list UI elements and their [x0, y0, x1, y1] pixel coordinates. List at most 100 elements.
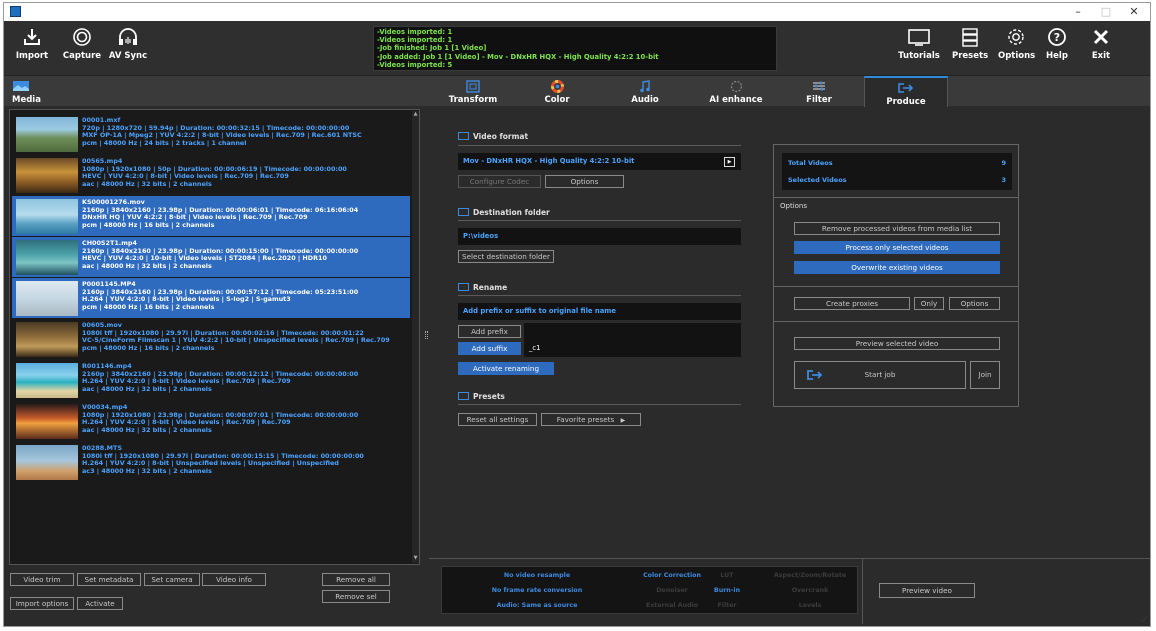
media-list-item[interactable]: V00034.mp4 1080p | 1920x1080 | 23.98p | D… [12, 401, 410, 441]
reset-all-settings-button[interactable]: Reset all settings [458, 413, 537, 426]
transform-icon [466, 79, 480, 93]
tab-color[interactable]: Color [532, 76, 582, 107]
tab-audio[interactable]: Audio [620, 76, 670, 107]
ai-enhance-icon [730, 80, 742, 92]
media-file-details: pcm | 48000 Hz | 24 bits | 2 tracks | 1 … [82, 138, 247, 147]
capture-button[interactable]: Capture [62, 25, 102, 71]
preview-video-button[interactable]: Preview video [879, 583, 975, 598]
tab-transform[interactable]: Transform [442, 76, 504, 107]
tab-transform-label: Transform [448, 95, 498, 105]
media-item-info: 00605.mov 1080i tff | 1920x1080 | 29.97i … [82, 321, 390, 352]
log-line: -Job finished: Job 1 [1 Video] [377, 44, 487, 53]
destination-heading: Destination folder [458, 208, 550, 217]
start-job-button[interactable]: Start job [794, 361, 966, 389]
start-job-icon [807, 370, 823, 380]
favorite-presets-button[interactable]: Favorite presets ▶ [541, 413, 641, 426]
proxies-only-button[interactable]: Only [914, 297, 944, 310]
maximize-icon[interactable]: □ [1092, 4, 1120, 20]
start-job-label: Start job [864, 370, 896, 379]
splitter-grip-icon[interactable] [425, 331, 428, 339]
exit-button[interactable]: Exit [1086, 25, 1116, 71]
codec-options-button[interactable]: Options [545, 175, 624, 188]
set-metadata-button[interactable]: Set metadata [77, 573, 141, 586]
media-item-info: R001146.mp4 2160p | 3840x2160 | 23.98p | … [82, 362, 358, 393]
media-list-item[interactable]: P0001145.MP4 2160p | 3840x2160 | 23.98p |… [12, 278, 410, 318]
tab-ai-enhance[interactable]: AI enhance [704, 76, 768, 107]
folder-icon [458, 208, 469, 216]
produce-icon [898, 83, 914, 93]
media-list-scrollbar[interactable]: ▲ ▼ [412, 111, 419, 563]
log-line: -Videos imported: 1 [377, 28, 453, 36]
media-list-item[interactable]: 00605.mov 1080i tff | 1920x1080 | 29.97i … [12, 319, 410, 359]
video-thumbnail [16, 199, 78, 234]
selected-videos-row: Selected Videos 3 [788, 176, 1010, 184]
import-button[interactable]: Import [12, 25, 52, 71]
select-destination-button[interactable]: Select destination folder [458, 250, 554, 263]
media-list-item[interactable]: CH00S2T1.mp4 2160p | 3840x2160 | 23.98p |… [12, 237, 410, 277]
help-button[interactable]: ? Help [1042, 25, 1072, 71]
sliders-icon [813, 81, 825, 91]
status-no-resample: No video resample [503, 572, 571, 579]
divider [429, 558, 1150, 559]
av-sync-label: AV Sync [108, 51, 148, 61]
media-list-item[interactable]: 00001.mxf 720p | 1280x720 | 59.94p | Dura… [12, 114, 410, 154]
chevron-right-icon[interactable]: ▶ [724, 157, 735, 167]
video-format-select[interactable]: Mov - DNxHR HQX - High Quality 4:2:2 10-… [458, 153, 741, 170]
proxies-options-button[interactable]: Options [949, 297, 1000, 310]
rename-mode-select[interactable]: Add prefix or suffix to original file na… [458, 303, 741, 320]
preview-selected-button[interactable]: Preview selected video [794, 337, 1000, 350]
activate-button[interactable]: Activate [77, 597, 123, 610]
svg-text:?: ? [1054, 31, 1060, 44]
video-trim-button[interactable]: Video trim [10, 573, 74, 586]
video-thumbnail [16, 240, 78, 275]
color-wheel-icon [550, 79, 564, 93]
video-thumbnail [16, 281, 78, 316]
add-suffix-button[interactable]: Add suffix [458, 342, 521, 355]
video-info-button[interactable]: Video info [202, 573, 266, 586]
remove-processed-toggle[interactable]: Remove processed videos from media list [794, 222, 1000, 235]
overwrite-existing-toggle[interactable]: Overwrite existing videos [794, 261, 1000, 274]
add-prefix-button[interactable]: Add prefix [458, 325, 521, 338]
presets-label: Presets [952, 51, 989, 61]
video-format-value: Mov - DNxHR HQX - High Quality 4:2:2 10-… [463, 157, 635, 165]
activate-renaming-button[interactable]: Activate renaming [458, 362, 554, 375]
help-label: Help [1046, 51, 1068, 61]
configure-codec-button[interactable]: Configure Codec [458, 175, 541, 188]
exit-label: Exit [1091, 51, 1111, 61]
media-list-item[interactable]: R001146.mp4 2160p | 3840x2160 | 23.98p | … [12, 360, 410, 400]
media-list-item[interactable]: KS00001276.mov 2160p | 3840x2160 | 23.98p… [12, 196, 410, 236]
remove-selected-button[interactable]: Remove sel [322, 590, 390, 603]
minimize-icon[interactable]: – [1064, 4, 1092, 20]
set-camera-button[interactable]: Set camera [144, 573, 200, 586]
remove-all-button[interactable]: Remove all [322, 573, 390, 586]
media-item-info: P0001145.MP4 2160p | 3840x2160 | 23.98p |… [82, 280, 358, 311]
status-filter: Filter [717, 602, 737, 609]
tab-filter[interactable]: Filter [794, 76, 844, 107]
import-options-button[interactable]: Import options [10, 597, 74, 610]
process-selected-toggle[interactable]: Process only selected videos [794, 241, 1000, 254]
media-list-item[interactable]: 00565.mp4 1080p | 1920x1080 | 50p | Durat… [12, 155, 410, 195]
resize-grip-icon[interactable]: ⋰ [1141, 616, 1147, 623]
chevron-right-icon: ▶ [620, 417, 626, 424]
suffix-input[interactable]: _c1 [524, 340, 741, 357]
create-proxies-button[interactable]: Create proxies [794, 297, 910, 310]
presets-button[interactable]: Presets [952, 25, 988, 71]
media-list-item[interactable]: 00288.MTS 1080i tff | 1920x1080 | 29.97i … [12, 442, 410, 482]
tutorials-button[interactable]: Tutorials [898, 25, 940, 71]
destination-folder-field[interactable]: P:\videos [458, 228, 741, 245]
options-button[interactable]: Options [998, 25, 1035, 71]
join-button[interactable]: Join [970, 361, 1000, 389]
tab-produce-label: Produce [886, 97, 926, 107]
tab-media[interactable]: Media [12, 76, 52, 107]
tab-produce[interactable]: Produce [864, 76, 948, 107]
prefix-input[interactable] [524, 323, 741, 340]
scroll-up-icon[interactable]: ▲ [412, 111, 419, 119]
av-sync-button[interactable]: AV Sync [108, 25, 148, 71]
log-line: -Videos imported: 5 [377, 60, 453, 69]
media-item-info: V00034.mp4 1080p | 1920x1080 | 23.98p | D… [82, 403, 358, 434]
media-list[interactable]: 00001.mxf 720p | 1280x720 | 59.94p | Dura… [9, 109, 420, 565]
exit-icon [1093, 29, 1109, 45]
close-icon[interactable]: ✕ [1120, 4, 1148, 20]
scroll-down-icon[interactable]: ▼ [412, 555, 419, 563]
panel-splitter[interactable] [424, 109, 429, 624]
